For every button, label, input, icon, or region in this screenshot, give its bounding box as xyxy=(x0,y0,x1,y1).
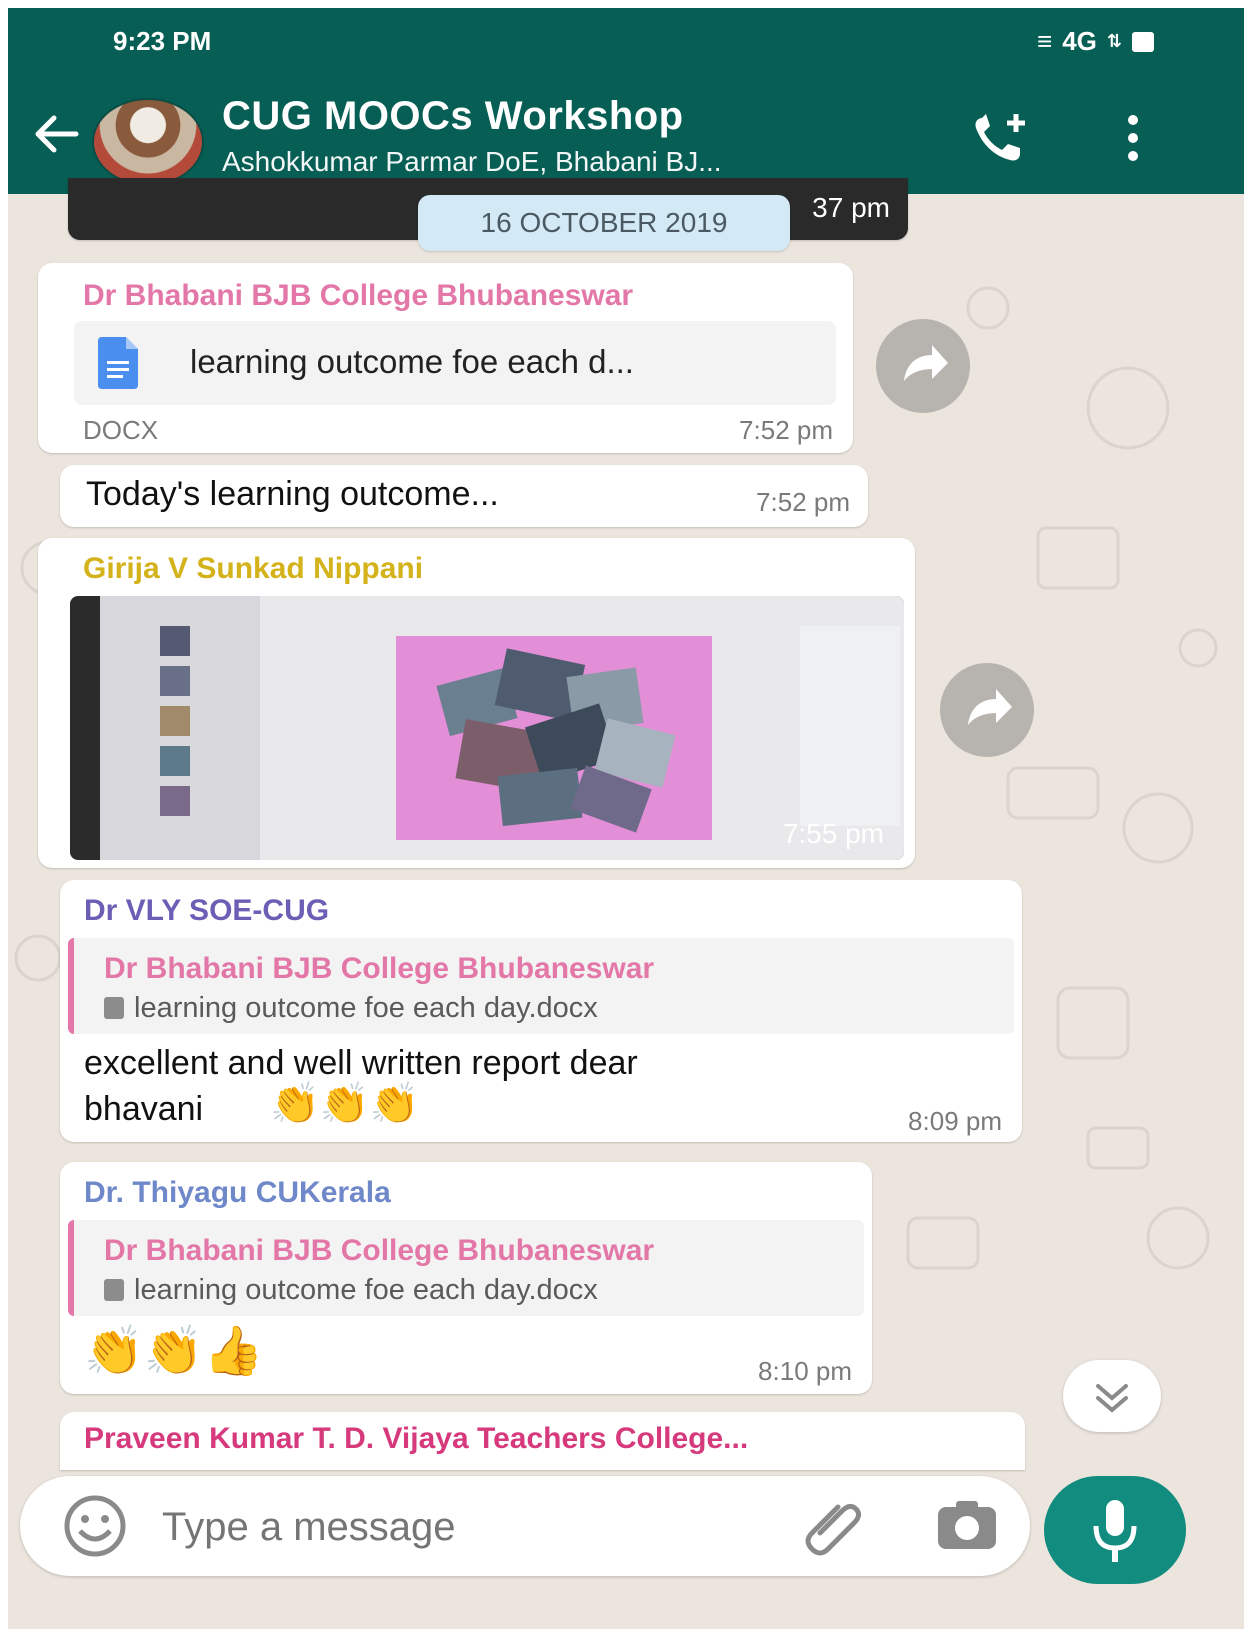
message-composer[interactable] xyxy=(20,1476,1030,1576)
chat-participants[interactable]: Ashokkumar Parmar DoE, Bhabani BJ... xyxy=(222,146,722,178)
message-time: 8:09 pm xyxy=(908,1106,1002,1136)
chat-header: CUG MOOCs Workshop Ashokkumar Parmar DoE… xyxy=(8,76,1244,194)
chevron-down-icon xyxy=(1096,1384,1128,1413)
message-bubble[interactable]: Dr VLY SOE-CUG Dr Bhabani BJB College Bh… xyxy=(60,880,1022,1142)
photo-preview xyxy=(100,596,904,860)
quoted-message[interactable]: Dr Bhabani BJB College Bhubaneswar learn… xyxy=(68,938,1014,1034)
message-sender[interactable]: Praveen Kumar T. D. Vijaya Teachers Coll… xyxy=(84,1422,748,1456)
reaction-emojis: 👏👏👍 xyxy=(84,1323,264,1379)
message-time: 7:52 pm xyxy=(739,415,833,445)
message-sender[interactable]: Dr. Thiyagu CUKerala xyxy=(84,1176,391,1210)
quoted-sender: Dr Bhabani BJB College Bhubaneswar xyxy=(104,952,655,985)
message-sender[interactable]: Dr Bhabani BJB College Bhubaneswar xyxy=(83,279,633,313)
doc-icon xyxy=(104,997,124,1019)
clapping-hands-emoji: 👏👏👏 xyxy=(270,1081,420,1127)
message-time: 7:52 pm xyxy=(756,487,850,517)
quoted-file-name: learning outcome foe each day.docx xyxy=(134,992,598,1024)
forward-button[interactable] xyxy=(876,319,970,413)
battery-icon xyxy=(1132,31,1154,52)
attach-icon[interactable] xyxy=(798,1491,868,1561)
add-call-icon[interactable] xyxy=(968,110,1038,166)
message-text-line-1: excellent and well written report dear xyxy=(84,1044,638,1082)
message-time: 8:10 pm xyxy=(758,1356,852,1386)
camera-icon[interactable] xyxy=(932,1491,1002,1561)
status-bar: 9:23 PM ≡ 4G ⇅ xyxy=(8,8,1244,76)
photo-attachment[interactable]: 7:55 pm xyxy=(70,596,904,860)
doc-icon xyxy=(98,337,138,389)
voice-record-button[interactable] xyxy=(1044,1476,1186,1584)
date-chip: 16 OCTOBER 2019 xyxy=(418,195,790,251)
forward-icon xyxy=(968,689,1012,725)
mic-icon xyxy=(1093,1500,1137,1562)
message-bubble[interactable]: Praveen Kumar T. D. Vijaya Teachers Coll… xyxy=(60,1412,1025,1470)
forward-button[interactable] xyxy=(940,663,1034,757)
network-type: 4G xyxy=(1062,26,1097,56)
group-avatar[interactable] xyxy=(92,98,204,186)
message-sender[interactable]: Dr VLY SOE-CUG xyxy=(84,894,329,928)
message-bubble[interactable]: Dr. Thiyagu CUKerala Dr Bhabani BJB Coll… xyxy=(60,1162,872,1394)
document-attachment[interactable]: learning outcome foe each d... xyxy=(74,321,836,405)
message-bubble[interactable]: Dr Bhabani BJB College Bhubaneswar learn… xyxy=(38,263,853,453)
scroll-to-bottom-button[interactable] xyxy=(1063,1360,1161,1432)
data-arrows-icon: ⇅ xyxy=(1106,31,1122,51)
quoted-file: learning outcome foe each day.docx xyxy=(104,992,598,1025)
quoted-file-name: learning outcome foe each day.docx xyxy=(134,1274,598,1306)
doc-icon xyxy=(104,1279,124,1301)
signal-icon: ≡ xyxy=(1037,26,1053,56)
message-text: Today's learning outcome... xyxy=(86,475,499,513)
message-time: 37 pm xyxy=(812,192,890,223)
quoted-file: learning outcome foe each day.docx xyxy=(104,1274,598,1307)
emoji-icon[interactable] xyxy=(60,1491,130,1561)
more-vert-icon[interactable] xyxy=(1118,110,1148,166)
message-input[interactable] xyxy=(160,1496,764,1558)
forward-icon xyxy=(904,345,948,381)
message-time: 7:55 pm xyxy=(782,818,884,849)
message-bubble[interactable]: Girija V Sunkad Nippani 7:55 pm xyxy=(38,538,915,868)
message-bubble[interactable]: Today's learning outcome... 7:52 pm xyxy=(60,465,868,527)
quoted-sender: Dr Bhabani BJB College Bhubaneswar xyxy=(104,1234,655,1267)
whatsapp-screen: 9:23 PM ≡ 4G ⇅ CUG MOOCs Workshop Ashokk… xyxy=(8,8,1244,1629)
message-text-line-2: bhavani xyxy=(84,1090,204,1128)
document-name: learning outcome foe each d... xyxy=(190,343,634,380)
message-sender[interactable]: Girija V Sunkad Nippani xyxy=(83,552,423,586)
document-type: DOCX xyxy=(83,415,159,445)
chat-title[interactable]: CUG MOOCs Workshop xyxy=(222,94,684,139)
status-indicators: ≡ 4G ⇅ xyxy=(1037,26,1154,57)
back-arrow-icon[interactable] xyxy=(28,104,88,164)
quoted-message[interactable]: Dr Bhabani BJB College Bhubaneswar learn… xyxy=(68,1220,864,1316)
status-time: 9:23 PM xyxy=(113,26,212,56)
